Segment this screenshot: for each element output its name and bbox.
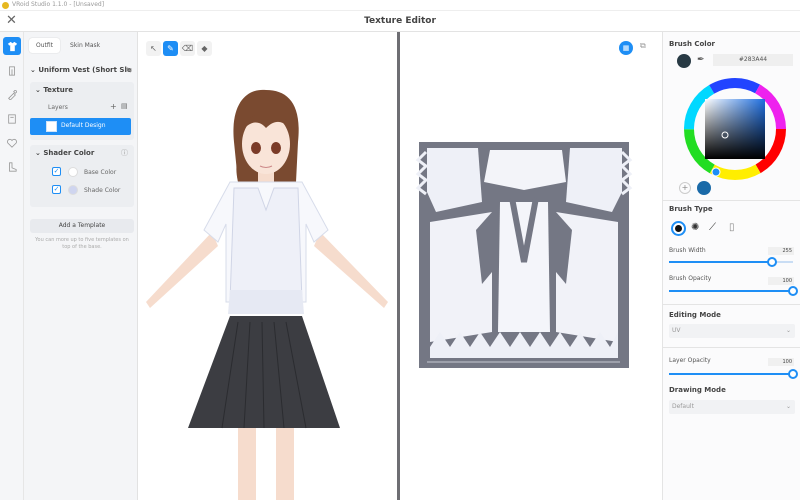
- brush-type-label: Brush Type: [669, 205, 713, 213]
- editor-header: ✕ Texture Editor: [0, 11, 800, 32]
- slider-knob[interactable]: [788, 286, 798, 296]
- slider-fill: [669, 373, 793, 375]
- editing-mode-value: UV: [672, 327, 681, 334]
- drawing-mode-label: Drawing Mode: [669, 386, 726, 394]
- brush-pen-icon[interactable]: ⟋: [709, 222, 716, 233]
- texture-section-title[interactable]: ⌄ Texture: [35, 86, 73, 94]
- brush-opacity-slider[interactable]: [669, 286, 798, 296]
- drawing-mode-value: Default: [672, 403, 694, 410]
- avatar-model: [146, 89, 388, 500]
- shade-color-label: Shade Color: [84, 187, 121, 194]
- chevron-down-icon: ⌄: [785, 403, 791, 410]
- icon-rail: [0, 32, 24, 500]
- window-titlebar: VRoid Studio 1.1.0 - [Unsaved]: [0, 0, 800, 11]
- shader-card: ⌄ Shader Color ⓘ ✓ Base Color ✓ Shade Co…: [30, 145, 134, 207]
- layer-name: Default Design: [61, 122, 106, 129]
- outfit-name: Uniform Vest (Short Sle: [38, 66, 132, 74]
- uv-texture-canvas[interactable]: [400, 32, 662, 500]
- base-color-label: Base Color: [84, 169, 117, 176]
- drawing-mode-select[interactable]: Default ⌄: [669, 400, 795, 414]
- page-title: Texture Editor: [364, 16, 436, 26]
- brush-width-slider[interactable]: [669, 257, 793, 267]
- editing-mode-select[interactable]: UV ⌄: [669, 324, 795, 338]
- outfit-selector[interactable]: ⌄ Uniform Vest (Short Sle ⇆: [30, 66, 134, 74]
- add-color-icon[interactable]: +: [679, 182, 691, 194]
- app-logo-icon: [2, 2, 9, 9]
- right-panel: Brush Color ✒ #283A44 + Brush Type ✺ ⟋ ▯…: [662, 32, 800, 500]
- brush-texture-icon[interactable]: ▯: [729, 222, 735, 233]
- uv-canvas-view[interactable]: ▦ ⧉: [400, 32, 662, 500]
- panel-tabs: Outfit Skin Mask: [29, 38, 107, 53]
- divider: [663, 200, 800, 201]
- swap-icon[interactable]: ⇆: [126, 66, 132, 74]
- tab-outfit[interactable]: Outfit: [29, 38, 61, 53]
- layer-folder-icon[interactable]: ▤: [121, 102, 128, 110]
- chevron-down-icon: ⌄: [785, 327, 791, 334]
- base-color-swatch[interactable]: [68, 167, 78, 177]
- model-viewport[interactable]: ↖ ✎ ⌫ ◆: [138, 32, 397, 500]
- base-color-checkbox[interactable]: ✓: [52, 167, 61, 176]
- brush-color-label: Brush Color: [669, 40, 715, 48]
- layer-opacity-value[interactable]: 100: [768, 358, 794, 366]
- layer-opacity-label: Layer Opacity: [669, 357, 711, 364]
- document-icon[interactable]: [3, 110, 21, 128]
- divider: [663, 304, 800, 305]
- bottoms-icon[interactable]: [3, 62, 21, 80]
- slider-knob[interactable]: [788, 369, 798, 379]
- shader-section-title[interactable]: ⌄ Shader Color: [35, 149, 94, 157]
- heart-icon[interactable]: [3, 134, 21, 152]
- template-help-text: You can more up to five templates on top…: [35, 237, 129, 250]
- slider-knob[interactable]: [766, 257, 777, 267]
- layer-thumbnail: [46, 121, 57, 132]
- window-title: VRoid Studio 1.1.0 - [Unsaved]: [12, 1, 105, 8]
- tab-skin-mask[interactable]: Skin Mask: [63, 38, 107, 53]
- hex-input[interactable]: #283A44: [713, 54, 793, 66]
- brush-opacity-value[interactable]: 100: [768, 277, 794, 285]
- shade-color-checkbox[interactable]: ✓: [52, 185, 61, 194]
- color-wheel[interactable]: [680, 74, 790, 184]
- outfit-icon[interactable]: [3, 37, 21, 55]
- add-template-button[interactable]: Add a Template: [30, 219, 134, 233]
- layer-item-selected[interactable]: Default Design: [30, 118, 131, 135]
- brush-width-label: Brush Width: [669, 247, 706, 254]
- accessory-icon[interactable]: [3, 86, 21, 104]
- info-icon[interactable]: ⓘ: [121, 148, 128, 158]
- saved-color-swatch[interactable]: [697, 181, 711, 195]
- layer-opacity-slider[interactable]: [669, 369, 798, 379]
- left-panel: Outfit Skin Mask ⌄ Uniform Vest (Short S…: [24, 32, 138, 500]
- brush-soft-icon[interactable]: ✺: [691, 222, 699, 233]
- layers-label: Layers: [48, 104, 68, 111]
- eyedropper-icon[interactable]: ✒: [697, 55, 705, 65]
- shade-color-swatch[interactable]: [68, 185, 78, 195]
- brush-color-swatch[interactable]: [677, 54, 691, 68]
- slider-fill: [669, 290, 793, 292]
- add-layer-icon[interactable]: +: [110, 102, 117, 111]
- editing-mode-label: Editing Mode: [669, 311, 721, 319]
- shoe-icon[interactable]: [3, 158, 21, 176]
- slider-fill: [669, 261, 772, 263]
- divider: [663, 347, 800, 348]
- brush-width-value[interactable]: 255: [768, 247, 794, 255]
- brush-opacity-label: Brush Opacity: [669, 275, 712, 282]
- brush-hard-icon[interactable]: [671, 221, 686, 236]
